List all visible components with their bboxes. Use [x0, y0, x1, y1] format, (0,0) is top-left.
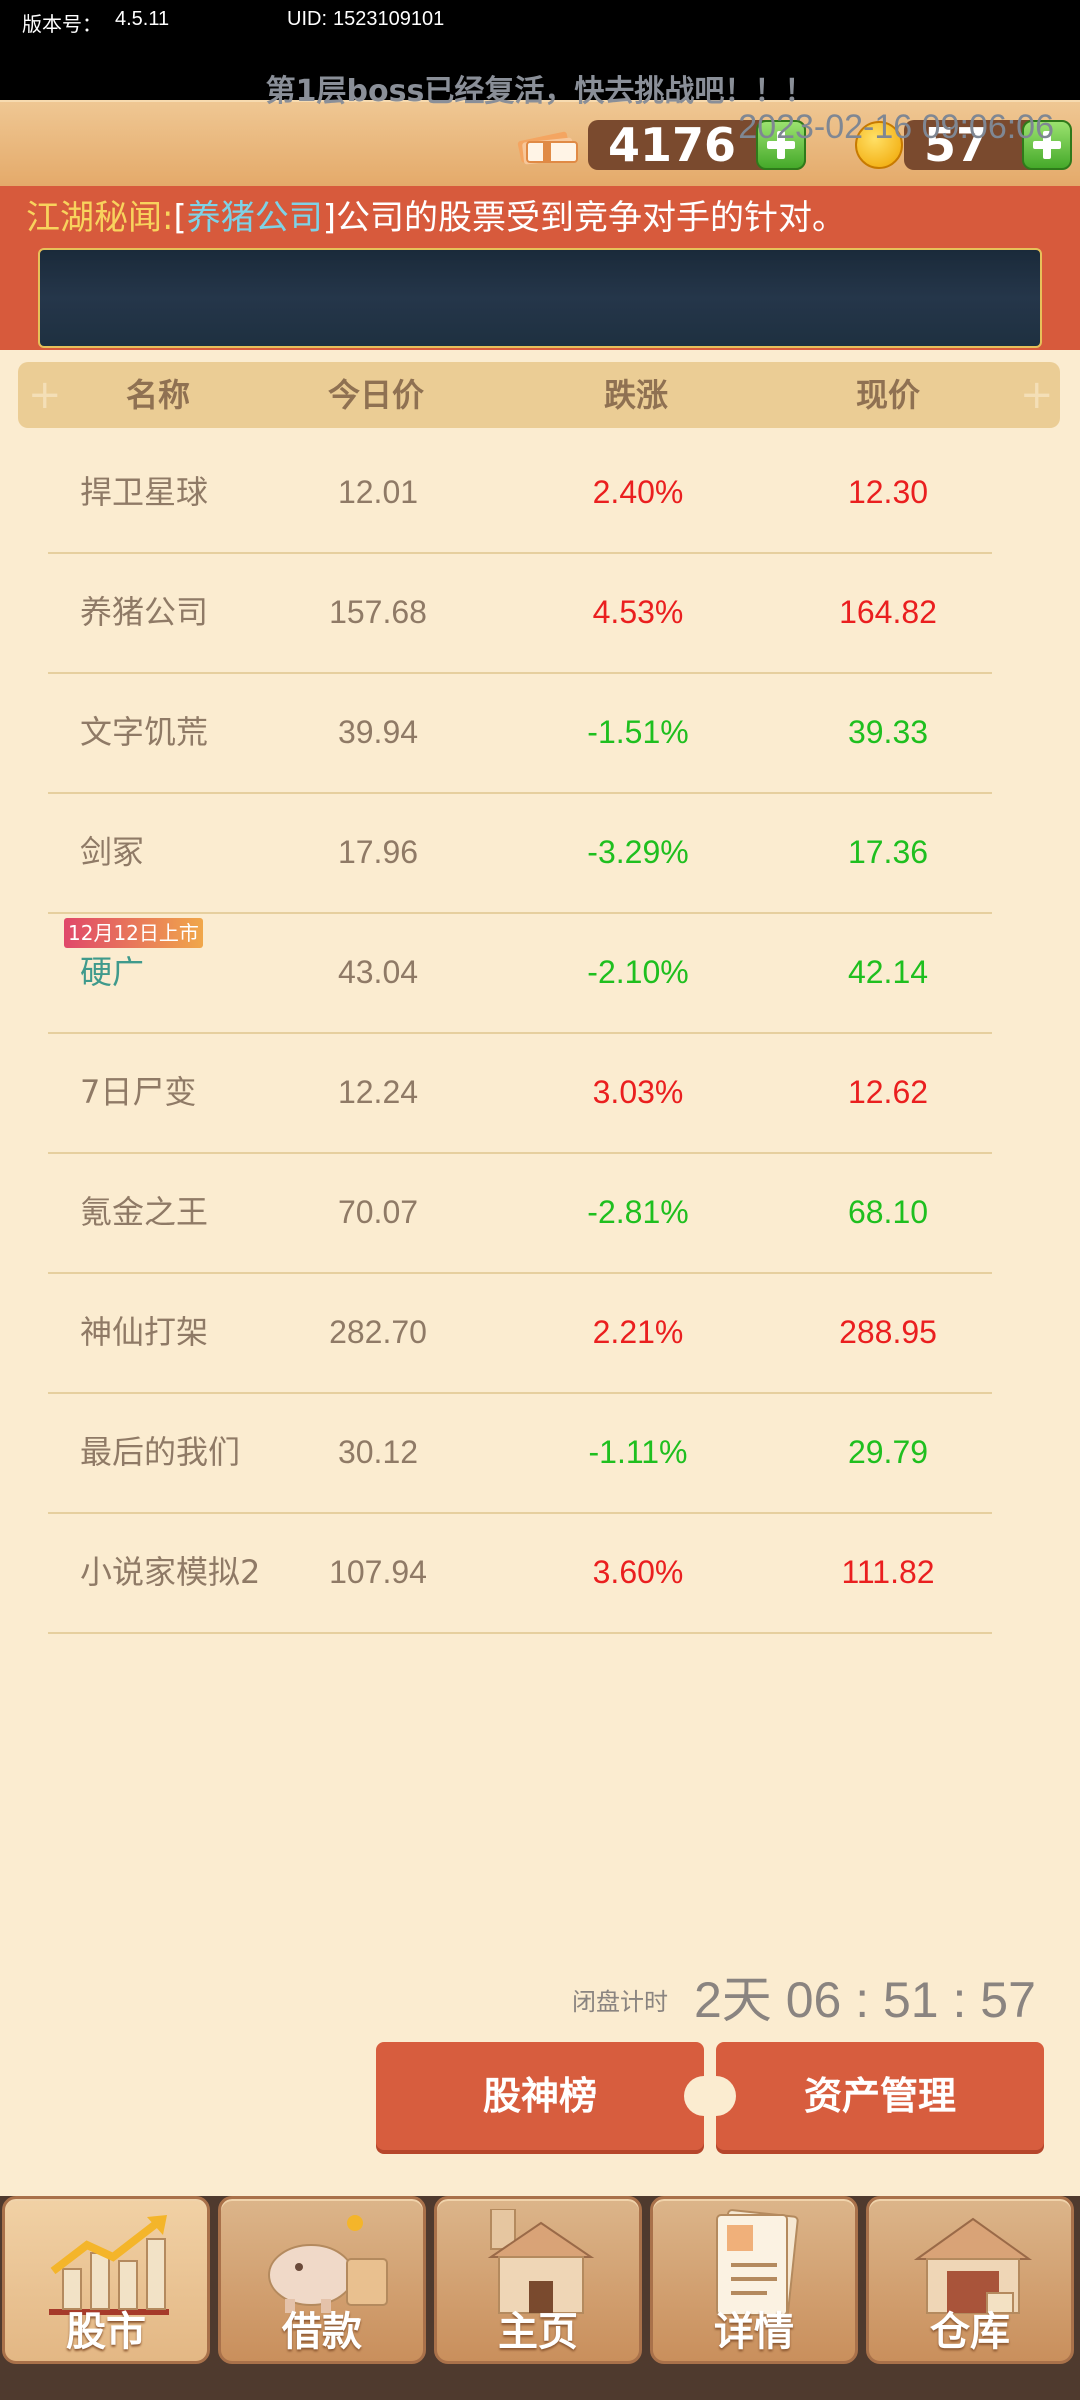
today-price: 43.04 — [337, 954, 419, 990]
header-change: 跌涨 — [603, 376, 668, 414]
current-price: 29.79 — [847, 1434, 929, 1470]
plus-decoration-icon: + — [1020, 372, 1054, 418]
current-price: 42.14 — [847, 954, 929, 990]
stock-name: 养猪公司 — [80, 593, 209, 631]
stock-name: 最后的我们 — [80, 1433, 241, 1471]
news-banner: 江湖秘闻:[养猪公司]公司的股票受到竞争对手的针对。 — [0, 186, 1080, 350]
tab-label: 借款 — [282, 2309, 362, 2355]
table-row[interactable]: 文字饥荒 39.94 -1.51% 39.33 — [48, 674, 992, 794]
stock-name: 神仙打架 — [80, 1313, 209, 1351]
price-change: 2.21% — [592, 1314, 684, 1350]
today-price: 39.94 — [337, 714, 419, 750]
today-price: 30.12 — [337, 1434, 419, 1470]
tab-home[interactable]: 主页 — [434, 2196, 642, 2364]
uid-value: 1523109101 — [333, 8, 445, 30]
stock-name: 7日尸变 — [80, 1073, 197, 1111]
today-price: 12.24 — [337, 1074, 419, 1110]
leaderboard-button[interactable]: 股神榜 — [376, 2042, 704, 2150]
uid-label: UID: — [287, 8, 327, 30]
button-connector — [684, 2076, 736, 2116]
stock-name: 捍卫星球 — [80, 473, 209, 511]
price-change: -2.10% — [587, 954, 689, 990]
table-row[interactable]: 氪金之王 70.07 -2.81% 68.10 — [48, 1154, 992, 1274]
news-headline: 江湖秘闻:[养猪公司]公司的股票受到竞争对手的针对。 — [26, 190, 846, 239]
price-change: 3.60% — [592, 1554, 684, 1590]
tab-warehouse[interactable]: 仓库 — [866, 2196, 1074, 2364]
header-name: 名称 — [125, 376, 190, 414]
header-current-price: 现价 — [855, 376, 920, 414]
current-price: 111.82 — [841, 1554, 935, 1590]
version-number: 4.5.11 — [115, 8, 170, 30]
today-price: 70.07 — [337, 1194, 419, 1230]
timer-label: 闭盘计时 — [572, 1988, 668, 2016]
tab-label: 仓库 — [930, 2309, 1010, 2355]
bottom-tab-bar: 股市 借款 主页 详情 仓库 — [0, 2196, 1080, 2400]
news-bracket-close: ] — [322, 198, 336, 238]
stock-name: 小说家模拟2 — [80, 1553, 261, 1591]
today-price: 107.94 — [329, 1554, 427, 1590]
header-today-price: 今日价 — [327, 376, 424, 414]
today-price: 17.96 — [337, 834, 419, 870]
current-price: 12.30 — [847, 474, 929, 510]
news-bracket-open: [ — [173, 198, 187, 238]
price-change: 2.40% — [592, 474, 684, 510]
price-change: -3.29% — [587, 834, 689, 870]
version-label: 版本号： — [22, 14, 102, 36]
news-company[interactable]: 养猪公司 — [187, 198, 323, 238]
table-row[interactable]: 剑冢 17.96 -3.29% 17.36 — [48, 794, 992, 914]
table-row[interactable]: 养猪公司 157.68 4.53% 164.82 — [48, 554, 992, 674]
tab-stock-market[interactable]: 股市 — [2, 2196, 210, 2364]
stock-name: 剑冢 — [80, 833, 145, 871]
table-row[interactable]: 小说家模拟2 107.94 3.60% 111.82 — [48, 1514, 992, 1634]
asset-management-button[interactable]: 资产管理 — [716, 2042, 1044, 2150]
current-price: 12.62 — [847, 1074, 929, 1110]
tab-loan[interactable]: 借款 — [218, 2196, 426, 2364]
price-change: -1.51% — [587, 714, 689, 750]
current-price: 17.36 — [847, 834, 929, 870]
stock-name: 文字饥荒 — [80, 713, 209, 751]
price-change: -2.81% — [587, 1194, 689, 1230]
current-price: 288.95 — [839, 1314, 937, 1350]
notice-panel — [38, 248, 1042, 348]
tab-details[interactable]: 详情 — [650, 2196, 858, 2364]
price-change: 4.53% — [592, 594, 684, 630]
countdown-timer: 2天 06 : 51 : 57 — [694, 1972, 1036, 2028]
notice-text: 第1层boss已经复活，快去挑战吧！！！ — [265, 74, 815, 109]
table-row[interactable]: 神仙打架 282.70 2.21% 288.95 — [48, 1274, 992, 1394]
today-price: 12.01 — [337, 474, 419, 510]
table-row[interactable]: 最后的我们 30.12 -1.11% 29.79 — [48, 1394, 992, 1514]
news-label: 江湖秘闻: — [26, 198, 174, 238]
today-price: 157.68 — [329, 594, 427, 630]
tab-label: 详情 — [714, 2309, 794, 2355]
tab-label: 主页 — [498, 2309, 578, 2355]
tab-label: 股市 — [66, 2309, 146, 2355]
today-price: 282.70 — [329, 1314, 427, 1350]
price-change: 3.03% — [592, 1074, 684, 1110]
table-row[interactable]: 捍卫星球 12.01 2.40% 12.30 — [48, 434, 992, 554]
current-price: 39.33 — [847, 714, 929, 750]
notice-date: 2023-02-16 09:06:06 — [738, 108, 1054, 146]
current-price: 68.10 — [847, 1194, 929, 1230]
table-row[interactable]: 7日尸变 12.24 3.03% 12.62 — [48, 1034, 992, 1154]
stock-name: 氪金之王 — [80, 1193, 209, 1231]
stock-name: 硬广 — [80, 953, 145, 991]
table-row[interactable]: 12月12日上市 硬广 43.04 -2.10% 42.14 — [48, 914, 992, 1034]
table-header: + 名称 今日价 跌涨 现价 + — [18, 362, 1060, 428]
cash-icon — [517, 131, 578, 165]
plus-decoration-icon: + — [28, 372, 62, 418]
news-text: 公司的股票受到竞争对手的针对。 — [336, 198, 846, 238]
current-price: 164.82 — [839, 594, 937, 630]
price-change: -1.11% — [588, 1434, 688, 1470]
